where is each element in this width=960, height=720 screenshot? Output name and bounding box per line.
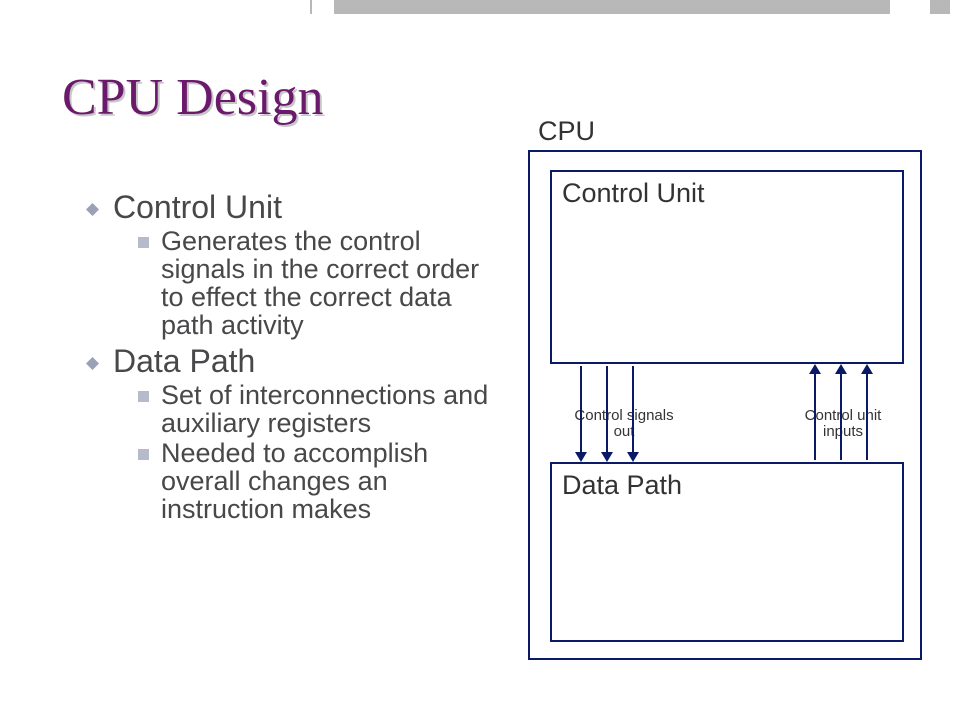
subbullet-control-unit-desc: Generates the control signals in the cor…: [138, 227, 491, 339]
control-signals-out-label: Control signals out: [564, 408, 684, 440]
square-bullet-icon: [138, 449, 149, 460]
bullet-control-unit: Control Unit: [86, 191, 491, 225]
control-unit-box-label: Control Unit: [562, 178, 705, 208]
data-path-box: Data Path: [550, 462, 904, 642]
slide: CPU Design Control Unit Generates the co…: [0, 0, 960, 720]
decorative-top-bar-gap: [890, 0, 930, 14]
subbullet-text: Generates the control signals in the cor…: [161, 227, 491, 339]
bullet-label: Control Unit: [113, 191, 282, 225]
cpu-box: Control Unit Data Path Control signals o…: [528, 150, 922, 660]
diamond-bullet-icon: [86, 357, 99, 370]
arrow-down-icon: [606, 366, 608, 454]
square-bullet-icon: [138, 237, 149, 248]
control-unit-box: Control Unit: [550, 170, 904, 364]
bullet-label: Data Path: [113, 345, 255, 379]
bullet-data-path: Data Path: [86, 345, 491, 379]
subbullet-text: Needed to accomplish overall changes an …: [161, 439, 491, 523]
subbullet-data-path-desc-2: Needed to accomplish overall changes an …: [138, 439, 491, 523]
control-unit-inputs-label: Control unit inputs: [788, 408, 898, 440]
arrow-up-icon: [840, 372, 842, 460]
decorative-top-bar: [310, 0, 950, 14]
cpu-label: CPU: [538, 116, 595, 147]
diamond-bullet-icon: [86, 203, 99, 216]
cpu-diagram: CPU Control Unit Data Path Control signa…: [528, 116, 922, 664]
slide-body: Control Unit Generates the control signa…: [86, 185, 491, 523]
square-bullet-icon: [138, 391, 149, 402]
subbullet-text: Set of interconnections and auxiliary re…: [161, 381, 491, 437]
decorative-top-bar-gap: [312, 0, 334, 14]
arrow-down-icon: [632, 366, 634, 454]
arrow-down-icon: [580, 366, 582, 454]
arrow-up-icon: [866, 372, 868, 460]
arrow-up-icon: [814, 372, 816, 460]
data-path-box-label: Data Path: [562, 470, 682, 500]
subbullet-data-path-desc-1: Set of interconnections and auxiliary re…: [138, 381, 491, 437]
slide-title: CPU Design: [62, 68, 323, 127]
